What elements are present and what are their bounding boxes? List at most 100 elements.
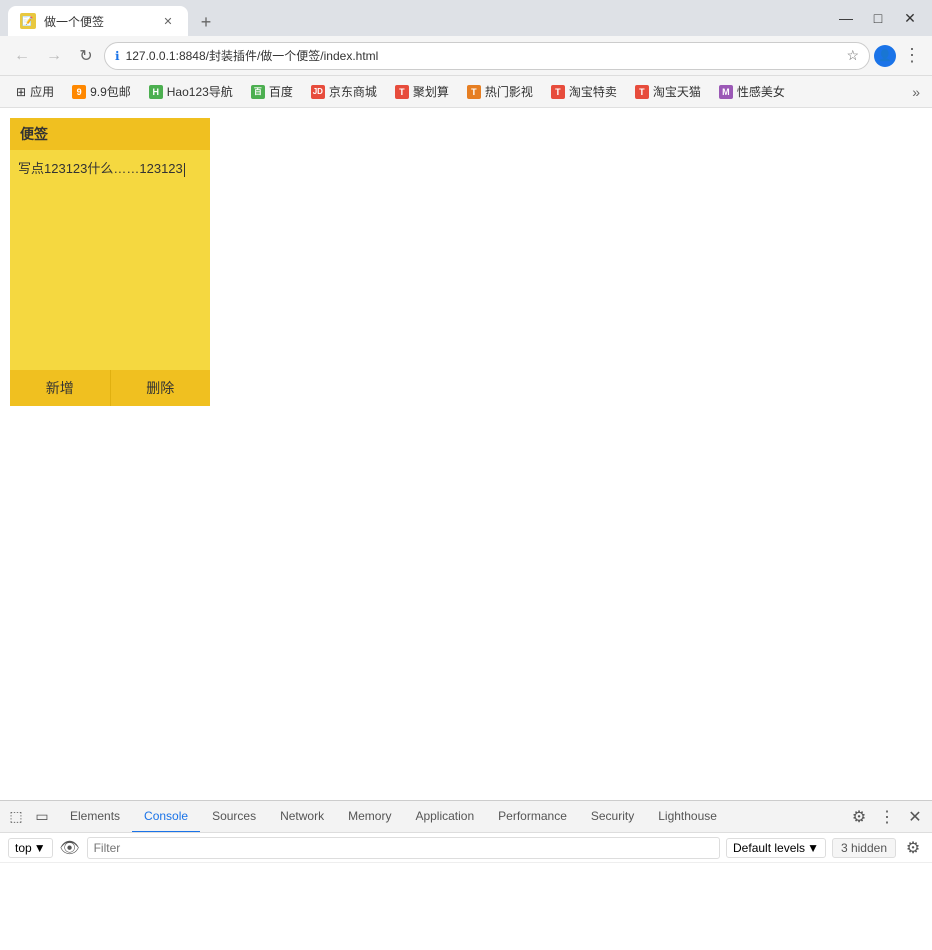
tab-close-button[interactable]: ✕ [160, 13, 176, 29]
devtools-tab-label-application: Application [415, 809, 474, 823]
bookmark-label-taobao: 淘宝天猫 [653, 83, 701, 100]
bookmark-favicon-99baobao: 9 [72, 85, 86, 99]
devtools-console-content [0, 863, 932, 950]
bookmark-label-hao123: Hao123导航 [167, 83, 233, 100]
tab-bar: 📝 做一个便签 ✕ + [8, 0, 832, 36]
context-label: top [15, 841, 32, 855]
tab-title: 做一个便签 [44, 13, 152, 30]
profile-avatar[interactable]: 👤 [874, 45, 896, 67]
devtools-tab-label-lighthouse: Lighthouse [658, 809, 717, 823]
bookmark-label-julisuan: 聚划算 [413, 83, 449, 100]
refresh-button[interactable]: ↻ [72, 42, 100, 70]
context-dropdown-icon: ▼ [34, 841, 46, 855]
lock-icon: ℹ [115, 49, 120, 63]
sticky-note-app: 便签 写点123123什么……123123 新增 删除 [10, 118, 210, 406]
window-controls: — □ ✕ [832, 4, 924, 32]
bookmark-label-taobaotemai: 淘宝特卖 [569, 83, 617, 100]
url-text: 127.0.0.1:8848/封装插件/做一个便签/index.html [126, 47, 841, 64]
bookmark-jd[interactable]: JD 京东商城 [303, 80, 385, 103]
bookmark-favicon-meitushennv: M [719, 85, 733, 99]
forward-button[interactable]: → [40, 42, 68, 70]
bookmark-baidu[interactable]: 百 百度 [243, 80, 301, 103]
tab-favicon: 📝 [20, 13, 36, 29]
devtools-tab-elements[interactable]: Elements [58, 801, 132, 833]
console-filter-input[interactable] [87, 837, 720, 859]
console-levels-selector[interactable]: Default levels ▼ [726, 838, 826, 858]
devtools-tab-actions: ⚙ ⋮ ✕ [846, 804, 928, 830]
nav-bar: ← → ↻ ℹ 127.0.0.1:8848/封装插件/做一个便签/index.… [0, 36, 932, 76]
apps-grid-icon: ⊞ [16, 85, 26, 99]
bookmark-taobaotemai[interactable]: T 淘宝特卖 [543, 80, 625, 103]
console-eye-icon[interactable]: 👁 [59, 837, 81, 859]
devtools-settings-button[interactable]: ⚙ [846, 804, 872, 830]
console-levels-label: Default levels [733, 841, 805, 855]
devtools-device-icon[interactable]: ▭ [30, 805, 54, 829]
bookmark-favicon-taobao: T [635, 85, 649, 99]
sticky-note-buttons: 新增 删除 [10, 370, 210, 406]
bookmark-hao123[interactable]: H Hao123导航 [141, 80, 241, 103]
active-tab[interactable]: 📝 做一个便签 ✕ [8, 6, 188, 36]
devtools-close-button[interactable]: ✕ [902, 804, 928, 830]
bookmark-favicon-julisuan: T [395, 85, 409, 99]
devtools-tab-memory[interactable]: Memory [336, 801, 403, 833]
devtools-tab-lighthouse[interactable]: Lighthouse [646, 801, 729, 833]
devtools-tab-label-sources: Sources [212, 809, 256, 823]
devtools-tab-network[interactable]: Network [268, 801, 336, 833]
devtools-tabs: ⬚ ▭ Elements Console Sources Network Mem… [0, 801, 932, 833]
devtools-tab-label-performance: Performance [498, 809, 567, 823]
bookmark-julisuan[interactable]: T 聚划算 [387, 80, 457, 103]
text-cursor [184, 163, 185, 177]
devtools-tab-label-memory: Memory [348, 809, 391, 823]
devtools-more-button[interactable]: ⋮ [874, 804, 900, 830]
devtools-tab-console[interactable]: Console [132, 801, 200, 833]
bookmark-label-meitushennv: 性感美女 [737, 83, 785, 100]
bookmark-label-99baobao: 9.9包邮 [90, 83, 131, 100]
bookmark-label-baidu: 百度 [269, 83, 293, 100]
devtools-tab-label-elements: Elements [70, 809, 120, 823]
bookmark-favicon-taobaotemai: T [551, 85, 565, 99]
devtools-tab-label-console: Console [144, 809, 188, 823]
bookmark-taobao[interactable]: T 淘宝天猫 [627, 80, 709, 103]
bookmarks-bar: ⊞ 应用 9 9.9包邮 H Hao123导航 百 百度 JD 京东商城 T 聚… [0, 76, 932, 108]
minimize-button[interactable]: — [832, 4, 860, 32]
devtools-tab-label-security: Security [591, 809, 634, 823]
more-options-button[interactable]: ⋮ [900, 44, 924, 68]
sticky-note-content[interactable]: 写点123123什么……123123 [10, 150, 210, 370]
back-button[interactable]: ← [8, 42, 36, 70]
sticky-note-text: 写点123123什么……123123 [18, 161, 183, 176]
bookmark-favicon-baidu: 百 [251, 85, 265, 99]
devtools-tab-application[interactable]: Application [403, 801, 486, 833]
bookmark-favicon-hao123: H [149, 85, 163, 99]
bookmark-remen[interactable]: T 热门影视 [459, 80, 541, 103]
context-selector[interactable]: top ▼ [8, 838, 53, 858]
devtools-tab-label-network: Network [280, 809, 324, 823]
devtools-side-icons: ⬚ ▭ [4, 805, 54, 829]
devtools-panel: ⬚ ▭ Elements Console Sources Network Mem… [0, 800, 932, 950]
bookmark-label-jd: 京东商城 [329, 83, 377, 100]
console-settings-icon[interactable]: ⚙ [902, 837, 924, 859]
console-hidden-count: 3 hidden [832, 838, 896, 858]
address-bar[interactable]: ℹ 127.0.0.1:8848/封装插件/做一个便签/index.html ☆ [104, 42, 870, 70]
title-bar: 📝 做一个便签 ✕ + — □ ✕ [0, 0, 932, 36]
bookmark-meitushennv[interactable]: M 性感美女 [711, 80, 793, 103]
add-note-button[interactable]: 新增 [10, 370, 111, 406]
devtools-inspect-icon[interactable]: ⬚ [4, 805, 28, 829]
devtools-console-toolbar: top ▼ 👁 Default levels ▼ 3 hidden ⚙ [0, 833, 932, 863]
bookmark-star-icon[interactable]: ☆ [846, 47, 859, 64]
delete-note-button[interactable]: 删除 [111, 370, 211, 406]
apps-button[interactable]: ⊞ 应用 [8, 79, 62, 104]
maximize-button[interactable]: □ [864, 4, 892, 32]
bookmarks-more-button[interactable]: » [908, 84, 924, 100]
browser-window: 📝 做一个便签 ✕ + — □ ✕ ← → ↻ ℹ 127.0.0.1:8848… [0, 0, 932, 950]
devtools-tab-security[interactable]: Security [579, 801, 646, 833]
apps-label: 应用 [30, 83, 54, 100]
main-content: 便签 写点123123什么……123123 新增 删除 [0, 108, 932, 800]
bookmark-favicon-remen: T [467, 85, 481, 99]
bookmark-99baobao[interactable]: 9 9.9包邮 [64, 80, 139, 103]
close-button[interactable]: ✕ [896, 4, 924, 32]
console-levels-dropdown-icon: ▼ [807, 841, 819, 855]
new-tab-button[interactable]: + [192, 8, 220, 36]
devtools-tab-performance[interactable]: Performance [486, 801, 579, 833]
sticky-note-header: 便签 [10, 118, 210, 150]
devtools-tab-sources[interactable]: Sources [200, 801, 268, 833]
